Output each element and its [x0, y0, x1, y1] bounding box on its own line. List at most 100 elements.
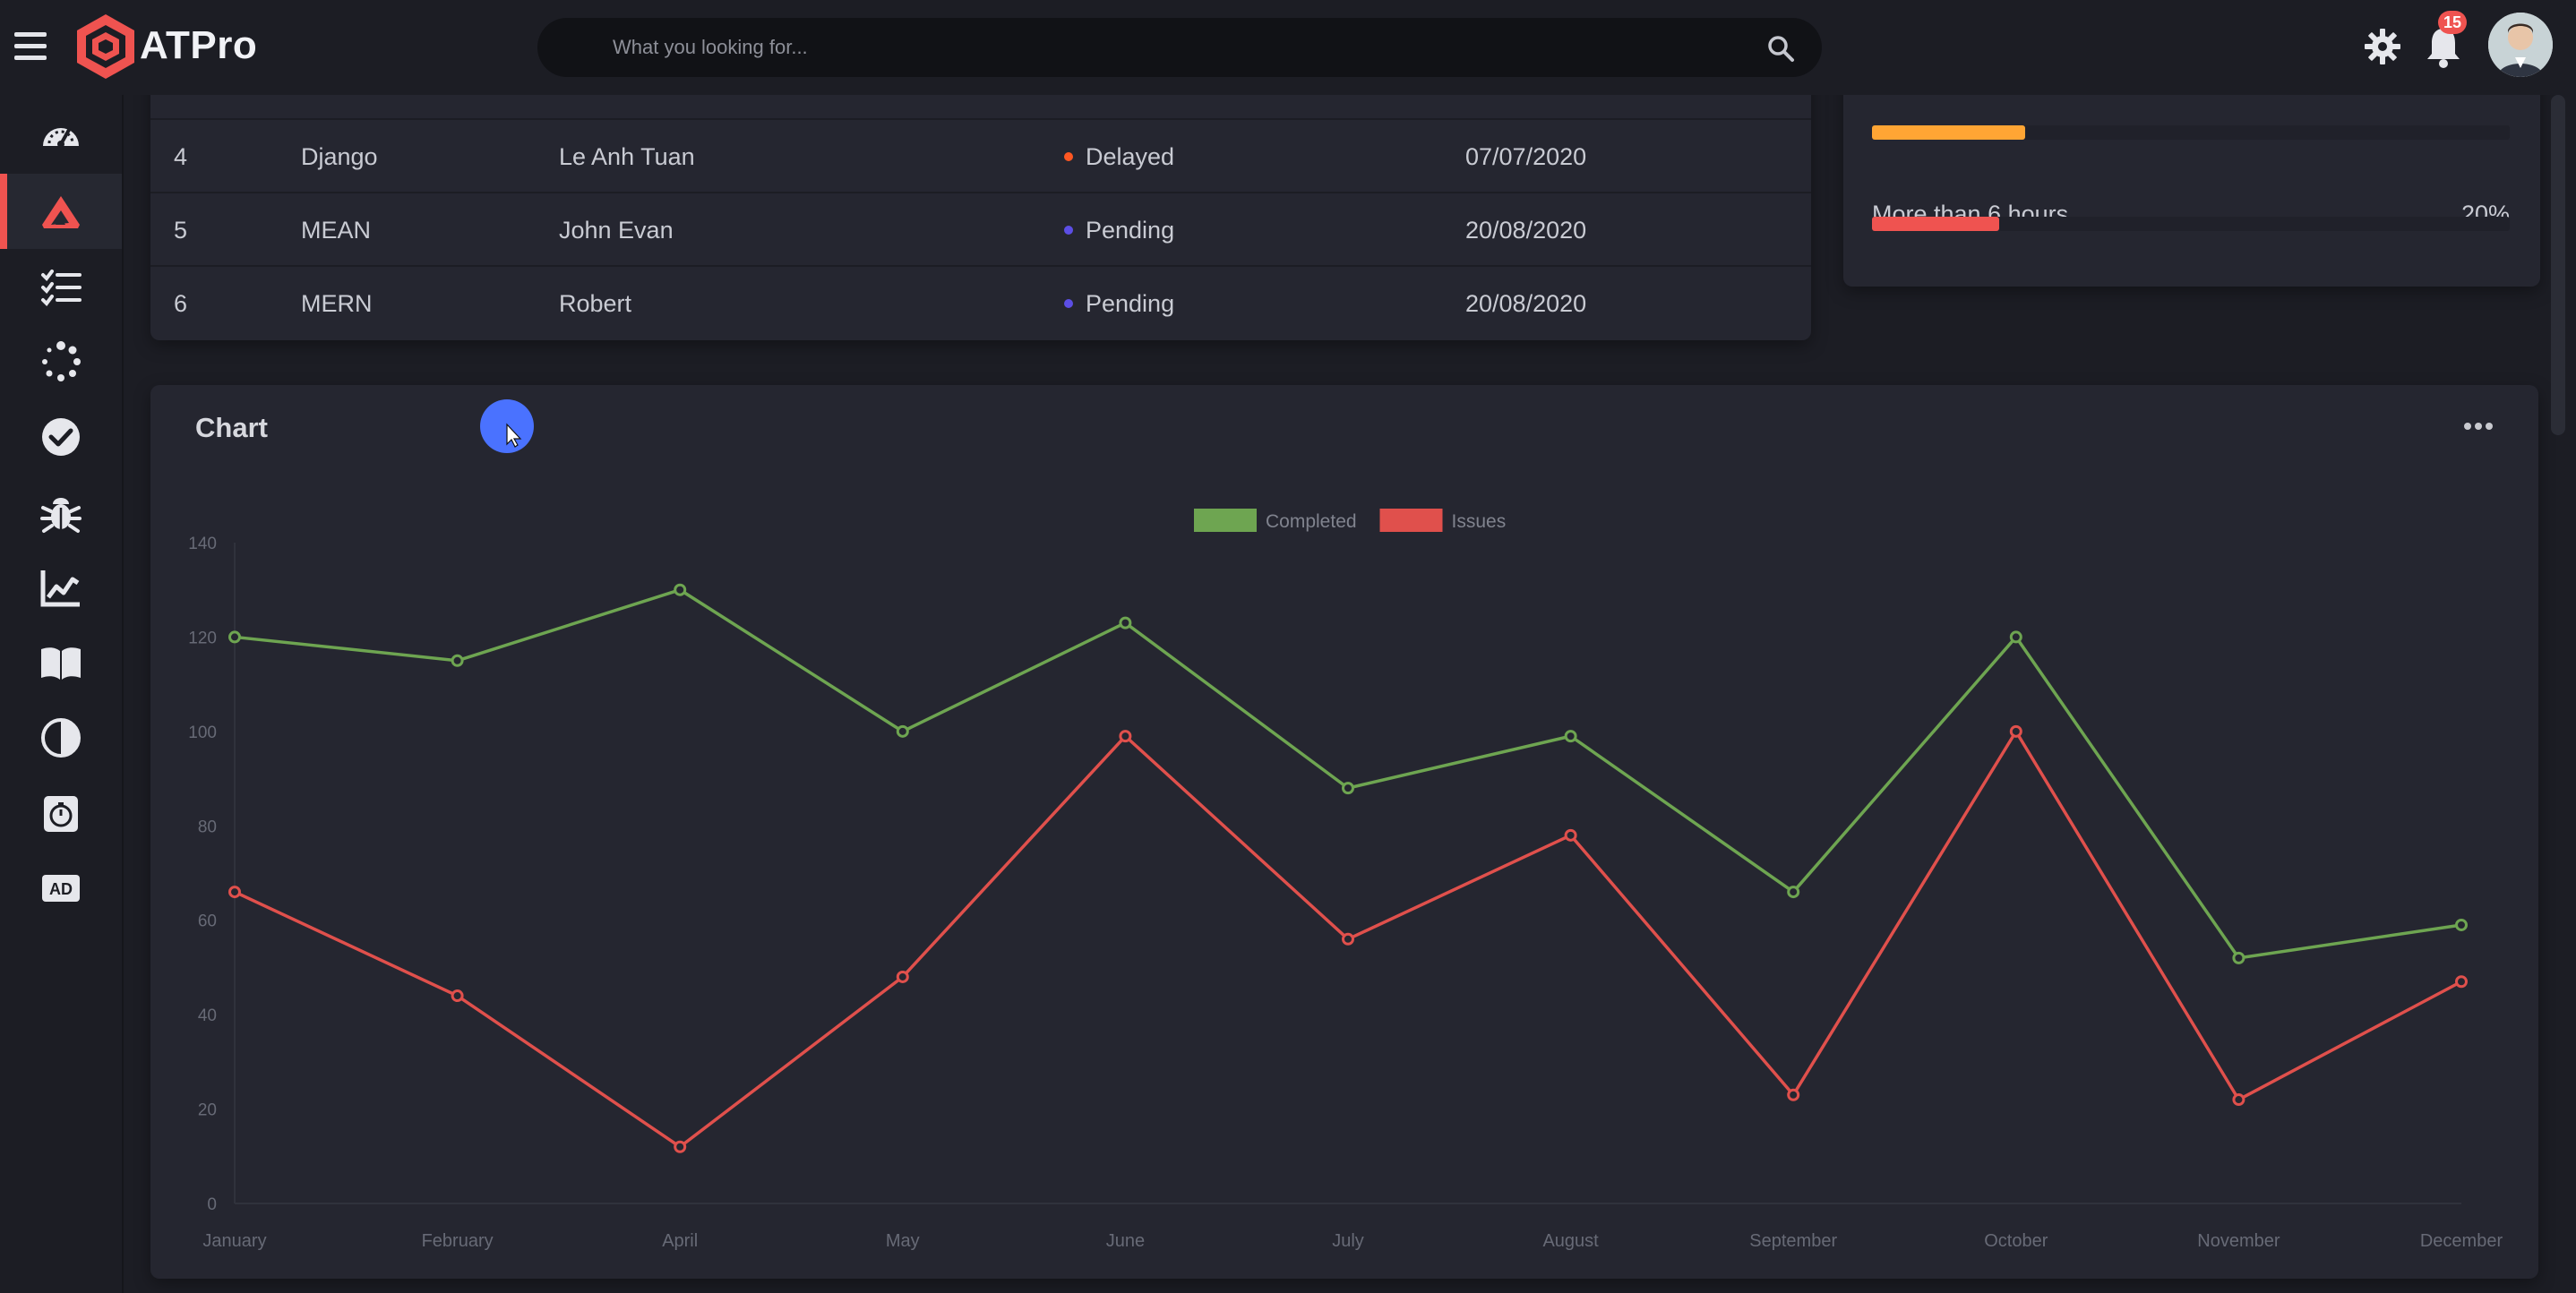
legend-swatch — [1379, 509, 1443, 532]
data-point-issues — [674, 1140, 687, 1153]
data-point-completed — [896, 724, 909, 738]
sidebar-item-tasks[interactable] — [0, 249, 122, 324]
y-tick-label: 140 — [188, 535, 217, 553]
sidebar-item-theme[interactable] — [0, 700, 122, 775]
notification-count-badge: 15 — [2438, 11, 2467, 34]
brand-name[interactable]: ATPro — [140, 23, 257, 68]
x-tick-label: October — [1984, 1231, 2048, 1251]
chart-card: Chart 0 20 40 60 80 100 120 140 January February A… — [150, 385, 2538, 1279]
row-id: 5 — [174, 217, 188, 244]
x-tick-label: April — [662, 1231, 698, 1251]
row-date: 20/08/2020 — [1465, 217, 1587, 244]
x-tick-label: August — [1542, 1231, 1599, 1251]
data-point-completed — [674, 583, 687, 596]
data-point-issues — [228, 886, 241, 899]
statistics-chart-icon — [40, 570, 80, 607]
x-tick-label: September — [1749, 1231, 1837, 1251]
y-tick-label: 40 — [198, 1006, 217, 1025]
progress-bar-bottom — [1872, 217, 2000, 231]
x-tick-label: February — [422, 1231, 494, 1251]
data-point-completed — [1564, 730, 1577, 743]
sidebar-item-bugs[interactable] — [0, 475, 122, 550]
sidebar-item-completed[interactable] — [0, 399, 122, 475]
sidebar-item-timer[interactable] — [0, 775, 122, 851]
series-line-completed — [234, 587, 2462, 960]
row-status: Pending — [1064, 290, 1174, 318]
row-project-name: MERN — [301, 290, 373, 317]
data-point-completed — [2009, 630, 2022, 644]
dashboard-gauge-icon — [43, 128, 79, 148]
sidebar-item-statistics[interactable] — [0, 550, 122, 625]
data-point-completed — [1787, 886, 1800, 899]
row-lead: Le Anh Tuan — [559, 143, 695, 170]
data-point-completed — [228, 630, 241, 644]
y-tick-label: 120 — [188, 629, 217, 647]
completed-check-icon — [42, 418, 80, 456]
x-tick-label: May — [886, 1231, 920, 1251]
top-bar: ATPro 15 — [0, 0, 2576, 95]
x-tick-label: November — [2197, 1231, 2280, 1251]
status-dot — [1064, 298, 1073, 308]
theme-contrast-icon — [41, 718, 81, 758]
progress-bar-top — [1872, 125, 2025, 140]
data-point-issues — [451, 989, 464, 1003]
data-point-issues — [1342, 932, 1354, 946]
bug-icon — [40, 498, 82, 533]
data-point-completed — [1342, 782, 1354, 795]
data-point-issues — [1564, 828, 1577, 842]
row-project-name: MEAN — [301, 217, 372, 244]
y-tick-label: 100 — [188, 724, 217, 742]
data-point-issues — [2232, 1093, 2245, 1107]
status-label: Delayed — [1086, 143, 1175, 170]
status-dot — [1064, 151, 1073, 161]
row-lead: John Evan — [559, 217, 674, 244]
row-project-name: Django — [301, 143, 378, 170]
x-tick-label: January — [202, 1231, 266, 1251]
data-point-completed — [1119, 616, 1132, 629]
in-progress-icon — [42, 341, 81, 381]
legend-swatch — [1194, 509, 1257, 532]
row-status: Pending — [1064, 217, 1174, 244]
projects-icon — [42, 196, 80, 228]
settings-gear-icon[interactable] — [2363, 27, 2402, 66]
ad-icon: AD — [42, 875, 80, 902]
sidebar-item-dashboard[interactable] — [0, 98, 122, 174]
data-point-issues — [1119, 730, 1132, 743]
task-list-icon — [41, 270, 82, 307]
sidebar-item-in-progress[interactable] — [0, 324, 122, 399]
data-point-issues — [1787, 1088, 1800, 1101]
page-scrollbar[interactable] — [2551, 95, 2565, 435]
row-id: 4 — [174, 143, 188, 170]
row-id: 6 — [174, 290, 188, 317]
search-input[interactable] — [613, 18, 1687, 77]
svg-text:AD: AD — [49, 880, 73, 898]
table-row[interactable]: 4 Django Le Anh Tuan Delayed 07/07/2020 — [150, 118, 1811, 192]
atpro-logo-icon[interactable] — [72, 13, 140, 81]
stopwatch-icon — [44, 796, 78, 832]
table-row[interactable]: 5 MEAN John Evan Pending 20/08/2020 — [150, 192, 1811, 265]
line-chart: 0 20 40 60 80 100 120 140 January February April Ma… — [188, 509, 2503, 1251]
user-avatar[interactable] — [2488, 13, 2553, 77]
status-dot — [1064, 225, 1073, 235]
data-point-completed — [2232, 951, 2245, 964]
y-tick-label: 80 — [198, 818, 217, 836]
data-point-completed — [2455, 918, 2468, 931]
search-bar — [537, 18, 1822, 77]
x-tick-label: July — [1332, 1231, 1364, 1251]
sidebar-item-ads[interactable]: AD — [0, 851, 122, 926]
menu-hamburger-icon[interactable] — [14, 32, 47, 61]
mouse-cursor-highlight — [480, 399, 534, 453]
data-point-issues — [2009, 724, 2022, 738]
data-point-issues — [896, 970, 909, 983]
sidebar-item-docs[interactable] — [0, 625, 122, 700]
row-lead: Robert — [559, 290, 632, 317]
y-tick-label: 20 — [198, 1101, 217, 1120]
row-date: 20/08/2020 — [1465, 290, 1587, 317]
search-icon[interactable] — [1766, 34, 1795, 63]
sidebar-item-projects[interactable] — [0, 174, 122, 249]
data-point-completed — [451, 654, 464, 667]
table-row[interactable]: 6 MERN Robert Pending 20/08/2020 — [150, 265, 1811, 338]
y-tick-label: 0 — [207, 1195, 217, 1214]
status-label: Pending — [1086, 290, 1175, 317]
x-tick-label: June — [1106, 1231, 1145, 1251]
